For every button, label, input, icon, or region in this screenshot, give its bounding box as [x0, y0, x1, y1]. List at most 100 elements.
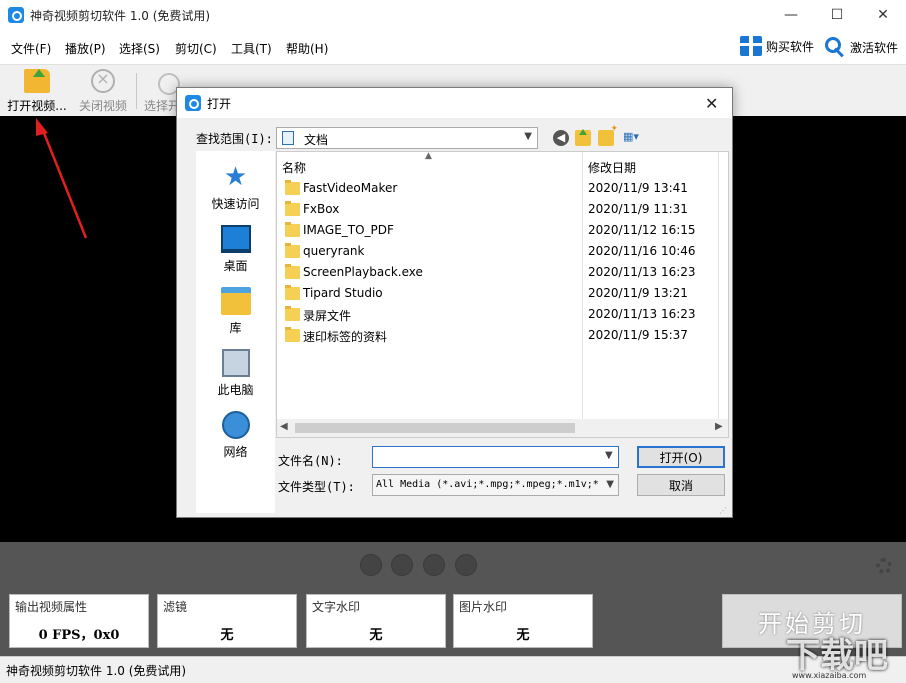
file-row[interactable]: 录屏文件 2020/11/13 16:23	[277, 305, 729, 326]
up-folder-icon[interactable]	[575, 130, 591, 146]
file-type-label: 文件类型(T):	[278, 478, 355, 495]
image-watermark-box[interactable]: 图片水印 无	[453, 594, 593, 648]
minimize-button[interactable]: —	[768, 0, 814, 30]
output-properties-label: 输出视频属性	[15, 598, 87, 615]
file-row[interactable]: FastVideoMaker 2020/11/9 13:41	[277, 179, 729, 200]
toolbar-divider	[136, 73, 137, 109]
file-list: ▲ 名称 修改日期 FastVideoMaker 2020/11/9 13:41…	[276, 151, 729, 438]
file-name: FastVideoMaker	[303, 181, 397, 195]
star-icon: ★	[221, 163, 251, 191]
close-window-button[interactable]: ✕	[860, 0, 906, 30]
documents-icon	[282, 131, 294, 145]
dialog-app-icon	[185, 95, 201, 111]
stop-button[interactable]	[360, 554, 382, 576]
status-text: 神奇视频剪切软件 1.0 (免费试用)	[6, 662, 186, 679]
file-date: 2020/11/9 13:21	[588, 286, 688, 300]
status-bar: 神奇视频剪切软件 1.0 (免费试用)	[0, 656, 906, 683]
dialog-titlebar: 打开 ✕	[177, 88, 732, 118]
site-watermark: 下载吧	[786, 628, 888, 677]
resize-grip-icon[interactable]: ⋰	[719, 506, 727, 515]
app-titlebar: 神奇视频剪切软件 1.0 (免费试用) — ☐ ✕	[0, 0, 906, 30]
file-row[interactable]: queryrank 2020/11/16 10:46	[277, 242, 729, 263]
folder-icon	[285, 203, 300, 216]
column-header-date[interactable]: 修改日期	[588, 159, 636, 176]
chevron-down-icon: ▼	[606, 479, 614, 490]
place-label: 快速访问	[211, 197, 259, 211]
file-name: ScreenPlayback.exe	[303, 265, 423, 279]
open-folder-icon	[24, 69, 50, 93]
file-row[interactable]: ScreenPlayback.exe 2020/11/13 16:23	[277, 263, 729, 284]
gear-icon[interactable]	[876, 558, 892, 574]
open-button[interactable]: 打开(O)	[637, 446, 725, 468]
menu-file[interactable]: 文件(F)	[11, 40, 51, 57]
file-row[interactable]: Tipard Studio 2020/11/9 13:21	[277, 284, 729, 305]
scroll-left-icon[interactable]: ◀	[280, 421, 288, 432]
place-quick-access[interactable]: ★ 快速访问	[196, 163, 275, 212]
scroll-right-icon[interactable]: ▶	[715, 421, 723, 432]
folder-icon	[285, 287, 300, 300]
snapshot-button[interactable]	[455, 554, 477, 576]
place-this-pc[interactable]: 此电脑	[196, 349, 275, 398]
file-type-value: All Media (*.avi;*.mpg;*.mpeg;*.m1v;*	[376, 479, 599, 490]
file-date: 2020/11/12 16:15	[588, 223, 696, 237]
scrollbar-thumb[interactable]	[295, 423, 575, 433]
file-name: IMAGE_TO_PDF	[303, 223, 394, 237]
menu-tools[interactable]: 工具(T)	[231, 40, 272, 57]
dialog-close-button[interactable]: ✕	[705, 94, 718, 113]
text-watermark-box[interactable]: 文字水印 无	[306, 594, 446, 648]
folder-icon	[285, 266, 300, 279]
look-in-value: 文档	[304, 131, 328, 148]
menu-select[interactable]: 选择(S)	[119, 40, 160, 57]
folder-icon	[285, 245, 300, 258]
view-menu-icon[interactable]: ▦▾	[623, 130, 647, 146]
new-folder-icon[interactable]	[598, 130, 614, 146]
place-network[interactable]: 网络	[196, 411, 275, 460]
folder-icon	[285, 182, 300, 195]
menu-help[interactable]: 帮助(H)	[286, 40, 328, 57]
file-date: 2020/11/9 13:41	[588, 181, 688, 195]
menu-cut[interactable]: 剪切(C)	[175, 40, 217, 57]
forward-button[interactable]	[423, 554, 445, 576]
folder-icon	[285, 329, 300, 342]
file-row[interactable]: IMAGE_TO_PDF 2020/11/12 16:15	[277, 221, 729, 242]
app-logo-icon	[8, 7, 24, 23]
column-header-name[interactable]: 名称	[282, 159, 306, 176]
file-type-dropdown[interactable]: All Media (*.avi;*.mpg;*.mpeg;*.m1v;* ▼	[372, 474, 619, 496]
menu-play[interactable]: 播放(P)	[65, 40, 106, 57]
open-video-label: 打开视频...	[7, 99, 66, 113]
cancel-button[interactable]: 取消	[637, 474, 725, 496]
place-library[interactable]: 库	[196, 287, 275, 336]
chevron-down-icon[interactable]: ▼	[605, 450, 613, 461]
file-name: 录屏文件	[303, 307, 351, 324]
file-date: 2020/11/9 11:31	[588, 202, 688, 216]
look-in-dropdown[interactable]: 文档 ▼	[276, 127, 538, 149]
file-row[interactable]: 速印标签的资料 2020/11/9 15:37	[277, 326, 729, 347]
playback-control-bar	[0, 542, 906, 588]
folder-icon	[285, 224, 300, 237]
close-video-label: 关闭视频	[79, 99, 127, 113]
activate-software-button[interactable]: 激活软件	[824, 36, 898, 58]
buy-software-button[interactable]: 购买软件	[740, 36, 814, 56]
place-label: 此电脑	[217, 383, 253, 397]
output-properties-box[interactable]: 输出视频属性 0 FPS，0x0	[9, 594, 149, 648]
file-row[interactable]: FxBox 2020/11/9 11:31	[277, 200, 729, 221]
close-video-button[interactable]: 关闭视频	[76, 69, 130, 114]
file-name-input[interactable]	[372, 446, 619, 468]
output-properties-value: 0 FPS，0x0	[10, 624, 148, 643]
back-arrow-icon[interactable]: ◀	[553, 130, 569, 146]
look-in-label: 查找范围(I):	[196, 130, 273, 147]
rewind-button[interactable]	[391, 554, 413, 576]
select-label: 选择开	[144, 97, 180, 114]
places-sidebar: ★ 快速访问 桌面 库 此电脑 网络	[196, 151, 275, 513]
open-video-button[interactable]: 打开视频...	[6, 69, 68, 114]
sort-ascending-icon: ▲	[425, 151, 432, 161]
image-watermark-label: 图片水印	[459, 598, 507, 615]
text-watermark-label: 文字水印	[312, 598, 360, 615]
filter-box[interactable]: 滤镜 无	[157, 594, 297, 648]
computer-icon	[222, 349, 250, 377]
horizontal-scrollbar[interactable]: ◀ ▶	[277, 419, 729, 437]
maximize-button[interactable]: ☐	[814, 0, 860, 30]
place-desktop[interactable]: 桌面	[196, 225, 275, 274]
file-date: 2020/11/13 16:23	[588, 307, 696, 321]
file-date: 2020/11/16 10:46	[588, 244, 696, 258]
